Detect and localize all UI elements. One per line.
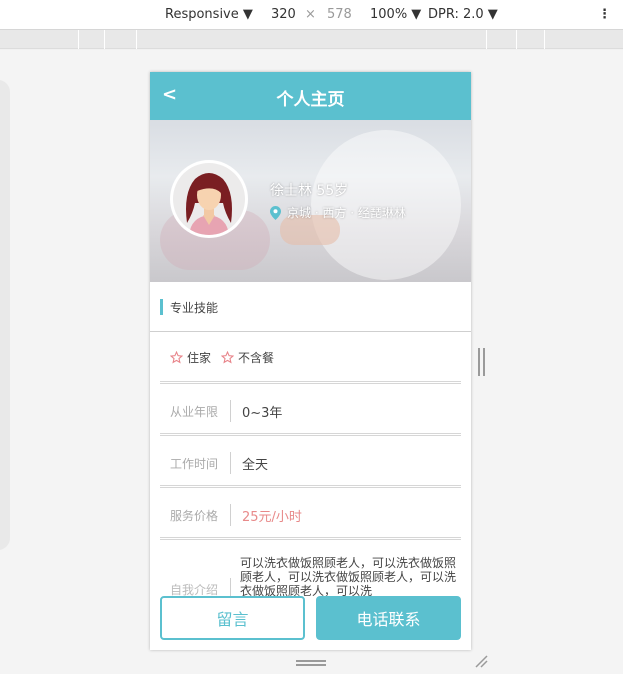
profile-name-age: 徐士林 55岁 — [270, 183, 349, 199]
leave-message-button[interactable]: 留言 — [160, 596, 305, 640]
profile-location: 京城 · 西方 · 经琵琳林 — [270, 204, 406, 221]
row-divider — [230, 400, 231, 422]
page-title: 个人主页 — [276, 90, 345, 110]
row-divider — [230, 504, 231, 526]
skill-tag-label: 住家 — [187, 351, 212, 365]
corner-resize-icon[interactable] — [474, 654, 488, 668]
location-text: 京城 · 西方 · 经琵琳林 — [287, 206, 406, 220]
skills-section-header: 专业技能 — [150, 282, 471, 332]
work-hours-label: 工作时间 — [170, 457, 219, 471]
intro-text: 可以洗衣做饭照顾老人，可以洗衣做饭照顾老人，可以洗衣做饭照顾老人，可以洗衣做饭照… — [240, 556, 457, 596]
row-divider — [230, 452, 231, 474]
price-label: 服务价格 — [170, 509, 219, 523]
experience-label: 从业年限 — [170, 405, 219, 419]
section-accent-bar — [160, 299, 163, 315]
experience-row: 从业年限 0~3年 — [160, 386, 461, 436]
location-pin-icon — [270, 205, 281, 220]
viewport-height-input[interactable]: 578 — [327, 7, 352, 22]
dpr-select[interactable]: DPR: 2.0 ▼ — [428, 7, 498, 22]
viewport-width-input[interactable]: 320 — [271, 7, 296, 22]
price-row: 服务价格 25元/小时 — [160, 490, 461, 540]
profile-banner: 徐士林 55岁 京城 · 西方 · 经琵琳林 — [150, 120, 471, 282]
star-icon — [221, 351, 235, 364]
avatar — [170, 160, 248, 238]
woman-avatar-icon — [173, 163, 245, 235]
mobile-viewport: < 个人主页 徐士林 55岁 京城 · 西方 · 经琵琳林 专业技能 住家 不含… — [150, 72, 471, 650]
skill-tags: 住家 不含餐 — [160, 334, 461, 384]
price-value: 25元/小时 — [242, 510, 302, 525]
zoom-select[interactable]: 100% ▼ — [370, 7, 421, 22]
media-query-ruler[interactable] — [0, 30, 623, 49]
skill-tag: 住家 — [170, 349, 211, 366]
right-resize-handle[interactable] — [478, 348, 486, 376]
skill-tag: 不含餐 — [221, 349, 274, 366]
more-options-icon[interactable]: ⋮ — [598, 7, 611, 22]
skill-tag-label: 不含餐 — [238, 351, 275, 365]
work-hours-value: 全天 — [242, 458, 269, 473]
bottom-resize-handle[interactable] — [296, 660, 326, 666]
star-icon — [170, 351, 183, 364]
dimension-times-symbol: × — [305, 7, 316, 22]
device-mode-select[interactable]: Responsive ▼ — [165, 7, 253, 22]
phone-contact-button[interactable]: 电话联系 — [316, 596, 461, 640]
work-hours-row: 工作时间 全天 — [160, 438, 461, 488]
devtools-toolbar: Responsive ▼ 320 × 578 100% ▼ DPR: 2.0 ▼… — [0, 0, 623, 30]
row-divider — [230, 578, 231, 596]
experience-value: 0~3年 — [242, 406, 283, 421]
app-header: < 个人主页 — [150, 72, 471, 120]
side-panel-edge — [0, 80, 10, 550]
skills-section-title: 专业技能 — [170, 301, 219, 315]
